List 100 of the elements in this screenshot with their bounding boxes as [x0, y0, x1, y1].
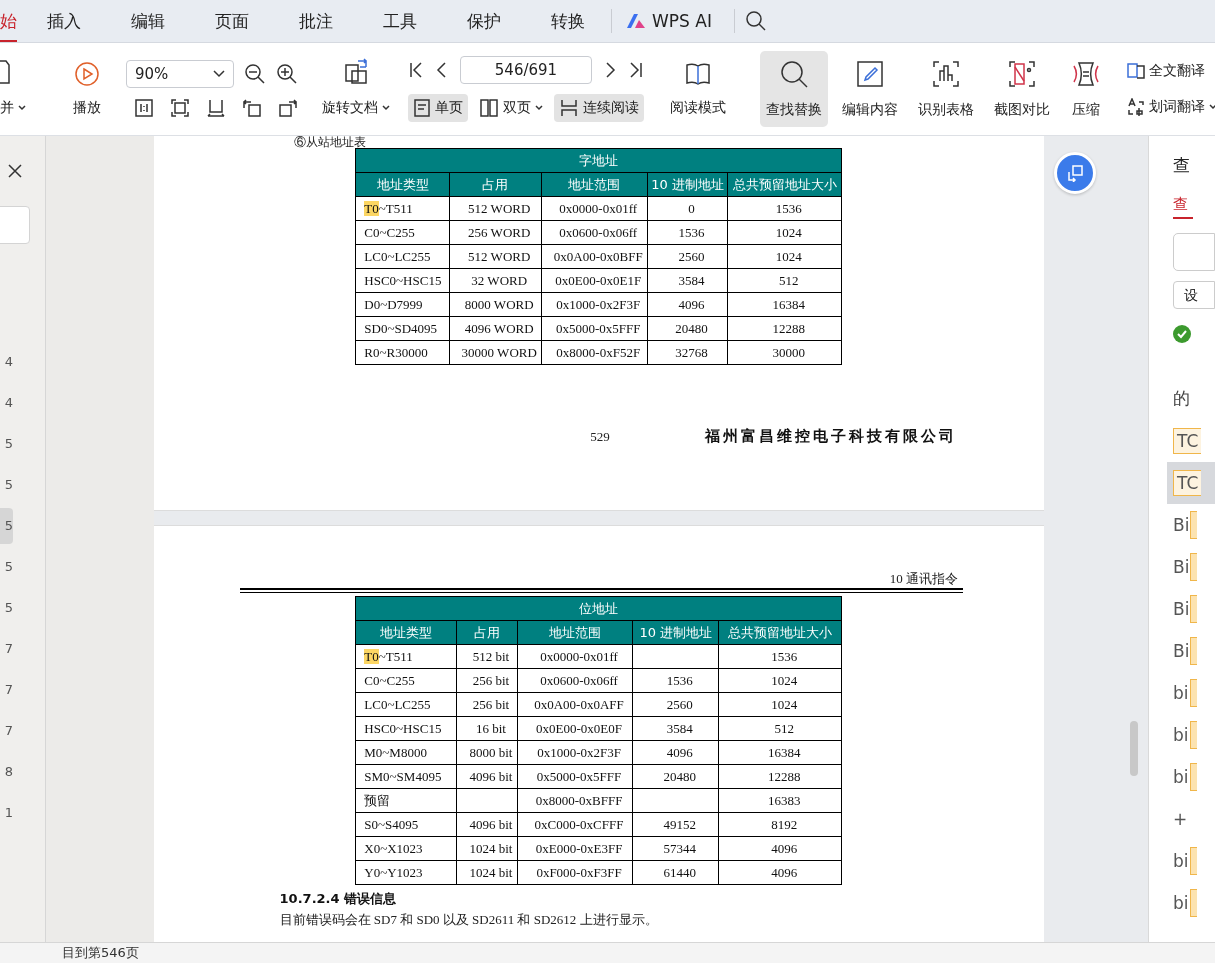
compare-frame-icon[interactable]: [1007, 59, 1037, 89]
page-thumbnail-label[interactable]: 8: [0, 754, 13, 790]
panel-tab[interactable]: 查: [1173, 195, 1193, 219]
ai-button[interactable]: WPS AI: [626, 11, 712, 31]
table-cell: 12288: [727, 316, 842, 341]
page-thumbnail-label[interactable]: 5: [0, 549, 13, 585]
two-page-icon[interactable]: [479, 98, 499, 118]
zoom-in-icon[interactable]: [276, 63, 298, 85]
translate-icon[interactable]: [1127, 98, 1145, 116]
rotate-document-icon[interactable]: [342, 57, 370, 85]
page-thumbnail-label[interactable]: 5: [0, 426, 13, 462]
compress-icon[interactable]: [1071, 59, 1101, 89]
table-cell: 16384: [718, 740, 842, 765]
search-result[interactable]: Bi: [1167, 546, 1215, 588]
table-cell: 512 bit: [456, 644, 518, 669]
menu-tab[interactable]: 批注: [299, 0, 333, 42]
page-thumbnail-label[interactable]: 1: [0, 795, 13, 831]
single-page-icon[interactable]: [413, 98, 431, 118]
view-mode-button[interactable]: 连续阅读: [554, 94, 644, 122]
search-result[interactable]: bi: [1167, 672, 1215, 714]
search-result[interactable]: bi: [1167, 840, 1215, 882]
first-page-icon[interactable]: [408, 61, 424, 79]
search-result[interactable]: TC: [1167, 462, 1215, 504]
rotate-right-icon[interactable]: [278, 98, 298, 118]
zoom-select[interactable]: 90%: [126, 60, 234, 88]
table-cell: 1536: [647, 220, 728, 245]
search-icon[interactable]: [779, 59, 809, 89]
caret-icon[interactable]: [1209, 104, 1215, 110]
menu-tab[interactable]: 插入: [47, 0, 81, 42]
view-mode-button[interactable]: 单页: [408, 94, 468, 122]
page-thumbnail-label[interactable]: 4: [0, 385, 13, 421]
page-thumbnail-label[interactable]: 4: [0, 344, 13, 380]
chevron-down-icon[interactable]: [213, 70, 225, 78]
translate-button[interactable]: 全文翻译: [1122, 58, 1210, 84]
search-result[interactable]: Bi: [1167, 504, 1215, 546]
menu-tab[interactable]: 始: [0, 0, 17, 42]
word-translate-button[interactable]: 划词翻译: [1122, 94, 1215, 120]
open-book-icon[interactable]: [685, 61, 711, 87]
page-thumbnail-label[interactable]: 7: [0, 631, 13, 667]
search-result[interactable]: Bi: [1167, 588, 1215, 630]
table-cell: 4096 WORD: [449, 316, 542, 341]
column-header: 地址范围: [517, 620, 633, 645]
last-page-icon[interactable]: [628, 61, 644, 79]
bar-chart-frame-icon[interactable]: [931, 59, 961, 89]
continuous-page-icon[interactable]: [559, 98, 579, 118]
tool-button[interactable]: 识别表格: [912, 51, 980, 127]
edit-frame-icon[interactable]: [855, 59, 885, 89]
table-cell: 3584: [647, 268, 728, 293]
table-cell: 0x0600-0x06ff: [541, 220, 648, 245]
table-cell: 0xC000-0xCFFF: [517, 812, 633, 837]
close-icon[interactable]: [8, 164, 22, 178]
find-field[interactable]: [1173, 233, 1215, 271]
settings-button[interactable]: 设: [1173, 281, 1215, 309]
caret-icon[interactable]: [382, 105, 390, 111]
search-field[interactable]: [0, 206, 30, 244]
search-result[interactable]: Bi: [1167, 630, 1215, 672]
reading-mode-button[interactable]: 阅读模式: [664, 53, 732, 125]
table-cell: 1024: [727, 220, 842, 245]
page-thumbnail-label[interactable]: 5: [0, 590, 13, 626]
search-result[interactable]: bi: [1167, 714, 1215, 756]
caret-icon[interactable]: [18, 105, 26, 111]
menu-tab[interactable]: 转换: [551, 0, 585, 42]
tool-button[interactable]: 截图对比: [988, 51, 1056, 127]
search-result[interactable]: TC: [1167, 420, 1215, 462]
menu-tab[interactable]: 保护: [467, 0, 501, 42]
tool-button[interactable]: 编辑内容: [836, 51, 904, 127]
table-cell: M0~M8000: [355, 740, 457, 765]
merge-button[interactable]: 并: [0, 95, 31, 121]
tool-button[interactable]: 查找替换: [760, 51, 828, 127]
menu-tab[interactable]: 编辑: [131, 0, 165, 42]
play-button[interactable]: 播放: [67, 53, 107, 125]
zoom-out-icon[interactable]: [244, 63, 266, 85]
page-number-field[interactable]: 546/691: [460, 56, 592, 84]
table-cell: 12288: [718, 764, 842, 789]
convert-icon[interactable]: [1066, 164, 1084, 182]
menu-tab[interactable]: 页面: [215, 0, 249, 42]
tool-button[interactable]: 压缩: [1065, 51, 1107, 127]
search-result[interactable]: +: [1167, 798, 1215, 840]
translate-icon[interactable]: [1127, 63, 1145, 79]
fit-width-icon[interactable]: [206, 98, 226, 118]
rotate-left-icon[interactable]: [242, 98, 262, 118]
table-cell: 8000 bit: [456, 740, 518, 765]
convert-button[interactable]: [1054, 152, 1096, 194]
play-circle-icon[interactable]: [74, 61, 100, 87]
page-thumbnail-label[interactable]: 5: [0, 467, 13, 503]
menu-tab[interactable]: 工具: [383, 0, 417, 42]
highlight-mark: [1189, 847, 1197, 875]
search-result[interactable]: bi: [1167, 756, 1215, 798]
rotate-document-button[interactable]: 旋转文档: [317, 95, 395, 121]
table-cell: HSC0~HSC15: [355, 268, 450, 293]
view-mode-button[interactable]: 双页: [474, 94, 548, 122]
actual-size-icon[interactable]: [134, 98, 154, 118]
table-cell: 2560: [632, 692, 719, 717]
search-icon[interactable]: [744, 10, 767, 32]
fit-page-icon[interactable]: [170, 98, 190, 118]
file-icon[interactable]: [0, 57, 10, 85]
page-thumbnail-label[interactable]: 7: [0, 672, 13, 708]
page-thumbnail-label[interactable]: 7: [0, 713, 13, 749]
search-result[interactable]: bi: [1167, 882, 1215, 924]
page-thumbnail-label[interactable]: 5: [0, 508, 13, 544]
